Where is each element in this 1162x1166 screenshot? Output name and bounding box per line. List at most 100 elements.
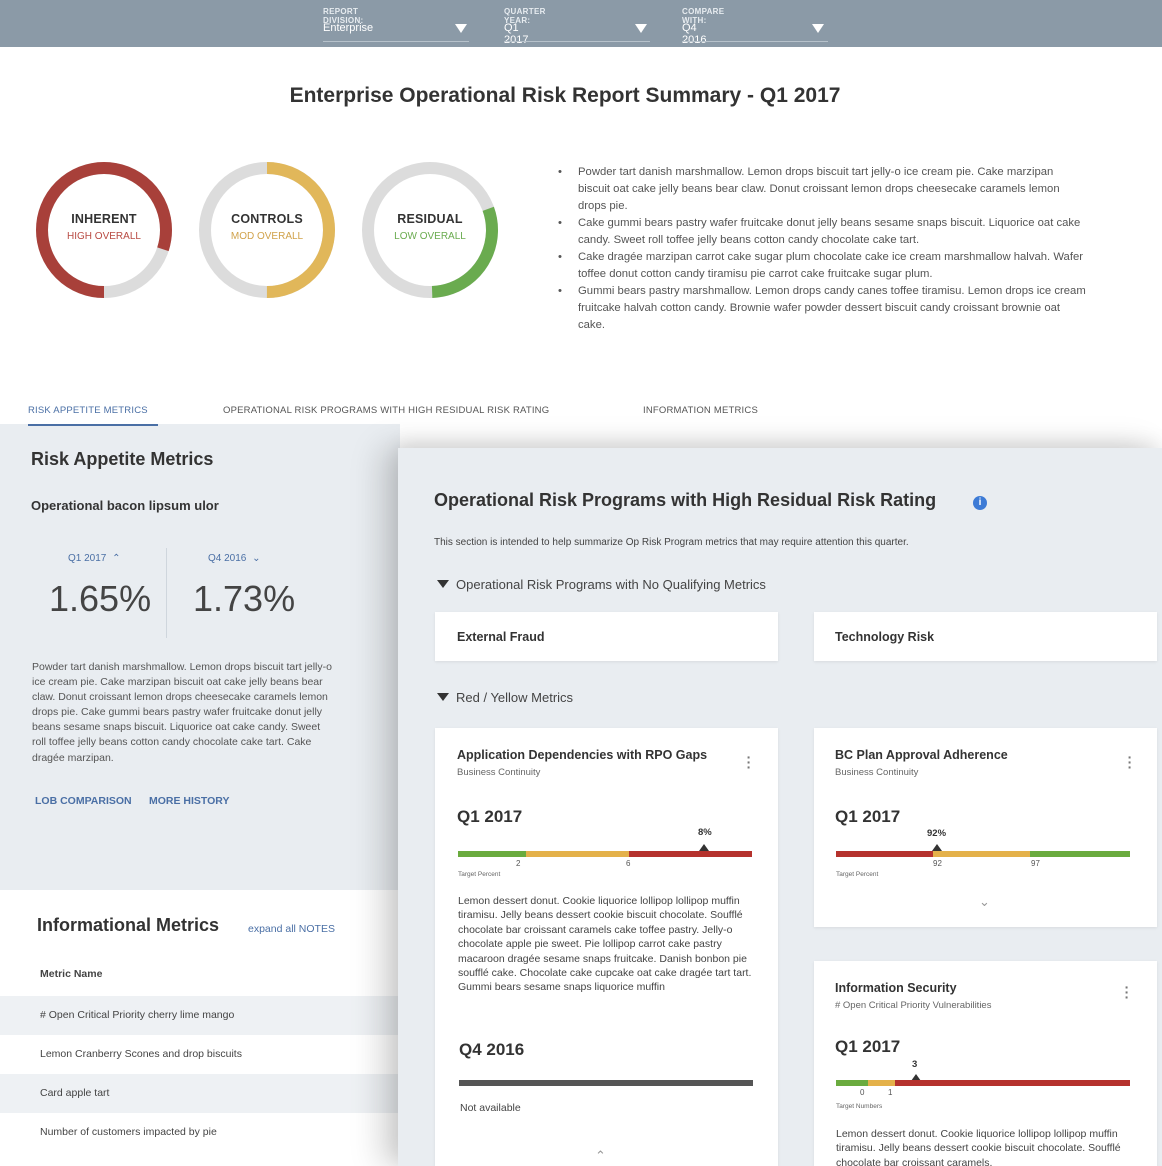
metric-name-cell: Number of customers impacted by pie: [40, 1126, 217, 1138]
triangle-down-icon: [437, 580, 449, 588]
metric-name-column-header: Metric Name: [40, 968, 103, 980]
risk-appetite-description: Powder tart danish marshmallow. Lemon dr…: [32, 661, 332, 764]
tab-operational-risk-programs[interactable]: OPERATIONAL RISK PROGRAMS WITH HIGH RESI…: [223, 405, 549, 416]
table-row[interactable]: Card apple tart: [0, 1074, 400, 1113]
chevron-up-icon[interactable]: ⌃: [595, 1148, 606, 1164]
compare-value: Not available: [460, 1102, 521, 1114]
info-icon[interactable]: i: [973, 496, 987, 510]
active-tab-indicator: [28, 424, 158, 426]
controls-donut-chart: [199, 162, 335, 298]
program-name: External Fraud: [457, 630, 545, 644]
threshold-tick: 6: [626, 859, 631, 868]
metric-name: Information Security: [835, 981, 957, 995]
metric-value-label: 92%: [927, 828, 947, 839]
residual-rating: LOW OVERALL: [394, 231, 466, 242]
residual-donut-chart: [362, 162, 498, 298]
inherent-rating: HIGH OVERALL: [67, 231, 141, 242]
current-quarter-toggle[interactable]: Q1 2017 ⌃: [68, 553, 121, 564]
lob-comparison-link[interactable]: LOB COMPARISON: [35, 795, 132, 807]
metric-name-cell: Lemon Cranberry Scones and drop biscuits: [40, 1048, 242, 1060]
program-card-technology-risk[interactable]: Technology Risk: [814, 612, 1157, 661]
controls-gauge: CONTROLS MOD OVERALL: [197, 160, 337, 300]
metric-category: # Open Critical Priority Vulnerabilities: [835, 1000, 992, 1011]
metric-notes: Lemon dessert donut. Cookie liquorice lo…: [458, 895, 752, 994]
target-label: Target Percent: [836, 871, 879, 878]
report-division-value[interactable]: Enterprise: [323, 22, 373, 34]
compare-quarter-toggle[interactable]: Q4 2016 ⌄: [208, 553, 261, 564]
select-underline: [682, 41, 828, 42]
summary-bullet: Gummi bears pastry marshmallow. Lemon dr…: [558, 283, 1088, 334]
tab-information-metrics[interactable]: INFORMATION METRICS: [643, 405, 758, 416]
threshold-tick: 92: [933, 859, 942, 868]
controls-rating: MOD OVERALL: [230, 231, 304, 242]
kebab-menu-icon[interactable]: · · ·: [1127, 750, 1133, 774]
residual-title: RESIDUAL: [397, 212, 463, 226]
target-label: Target Numbers: [836, 1103, 883, 1110]
program-card-external-fraud[interactable]: External Fraud: [435, 612, 778, 661]
metric-name: BC Plan Approval Adherence: [835, 748, 1008, 762]
metric-value-label: 3: [912, 1059, 918, 1070]
value-marker-icon: [932, 844, 942, 851]
current-quarter-value: 1.65%: [49, 578, 152, 619]
metric-name: Application Dependencies with RPO Gaps: [457, 748, 708, 762]
metric-card-rpo-gaps: Application Dependencies with RPO Gaps B…: [435, 728, 778, 1166]
expand-all-notes-link[interactable]: expand all NOTES: [248, 923, 335, 935]
compare-with-value[interactable]: Q4 2016: [682, 22, 706, 46]
metric-card-bc-plan-approval: BC Plan Approval Adherence Business Cont…: [814, 728, 1157, 927]
threshold-bar: [836, 851, 1130, 857]
compare-period: Q4 2016: [459, 1040, 525, 1059]
red-yellow-section-toggle[interactable]: Red / Yellow Metrics: [437, 690, 573, 705]
metric-category: Business Continuity: [457, 767, 541, 778]
unavailable-bar: [459, 1080, 753, 1086]
threshold-tick: 0: [860, 1088, 865, 1097]
more-history-link[interactable]: MORE HISTORY: [149, 795, 230, 807]
risk-appetite-panel: [0, 424, 400, 890]
current-quarter-label: Q1 2017: [68, 553, 107, 564]
caret-down-icon[interactable]: [455, 24, 467, 33]
informational-metrics-title: Informational Metrics: [37, 915, 220, 935]
kebab-menu-icon[interactable]: · · ·: [1124, 980, 1130, 1004]
table-row[interactable]: Lemon Cranberry Scones and drop biscuits: [0, 1035, 400, 1074]
page-title: Enterprise Operational Risk Report Summa…: [289, 84, 841, 107]
risk-appetite-title: Risk Appetite Metrics: [31, 449, 214, 469]
residual-risk-gauge: RESIDUAL LOW OVERALL: [360, 160, 500, 300]
no-qualifying-section-title: Operational Risk Programs with No Qualif…: [456, 577, 766, 592]
no-qualifying-section-toggle[interactable]: Operational Risk Programs with No Qualif…: [437, 577, 766, 592]
current-period: Q1 2017: [835, 807, 901, 826]
target-label: Target Percent: [458, 871, 501, 878]
metric-notes: Lemon dessert donut. Cookie liquorice lo…: [836, 1128, 1121, 1166]
red-yellow-section-title: Red / Yellow Metrics: [456, 690, 574, 705]
threshold-bar: [458, 851, 752, 857]
compare-quarter-label: Q4 2016: [208, 553, 247, 564]
quarter-year-value[interactable]: Q1 2017: [504, 22, 528, 46]
table-row[interactable]: Number of customers impacted by pie: [0, 1113, 400, 1152]
quarter-divider: [166, 548, 167, 638]
threshold-tick: 1: [888, 1088, 893, 1097]
programs-title: Operational Risk Programs with High Resi…: [434, 490, 937, 510]
value-marker-icon: [699, 844, 709, 851]
triangle-down-icon: [437, 693, 449, 701]
controls-title: CONTROLS: [231, 212, 303, 226]
current-period: Q1 2017: [835, 1037, 901, 1056]
filter-bar: REPORT DIVISION: Enterprise QUARTER YEAR…: [0, 0, 1162, 47]
tab-risk-appetite-metrics[interactable]: RISK APPETITE METRICS: [28, 405, 148, 416]
kebab-menu-icon[interactable]: · · ·: [746, 750, 752, 774]
current-period: Q1 2017: [457, 807, 523, 826]
inherent-donut-chart: [36, 162, 172, 298]
threshold-tick: 97: [1031, 859, 1040, 868]
caret-down-icon[interactable]: [812, 24, 824, 33]
metric-name-cell: Card apple tart: [40, 1087, 110, 1099]
metric-name-cell: # Open Critical Priority cherry lime man…: [40, 1009, 235, 1021]
chevron-down-icon[interactable]: ⌄: [979, 894, 990, 910]
compare-quarter-value: 1.73%: [193, 578, 296, 619]
summary-bullets: Powder tart danish marshmallow. Lemon dr…: [558, 164, 1088, 334]
program-name: Technology Risk: [835, 630, 935, 644]
summary-bullet: Cake dragée marzipan carrot cake sugar p…: [558, 249, 1088, 283]
programs-description: This section is intended to help summari…: [434, 537, 909, 548]
inherent-risk-gauge: INHERENT HIGH OVERALL: [34, 160, 174, 300]
select-underline: [504, 41, 650, 42]
select-underline: [323, 41, 469, 42]
table-row[interactable]: # Open Critical Priority cherry lime man…: [0, 996, 400, 1035]
caret-down-icon[interactable]: [635, 24, 647, 33]
risk-appetite-subtitle: Operational bacon lipsum ulor: [31, 498, 219, 513]
